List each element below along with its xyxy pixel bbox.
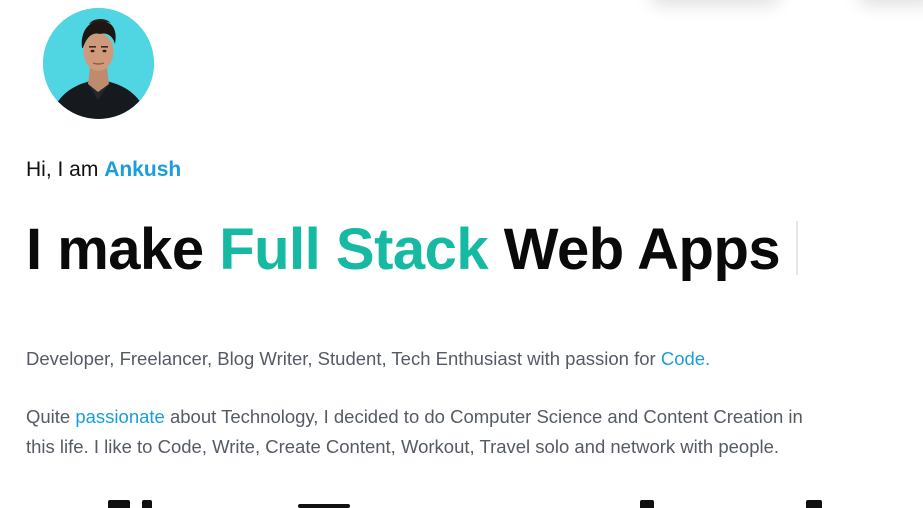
profile-photo-icon [43, 8, 154, 119]
glyph-fragment [142, 500, 152, 508]
greeting: Hi, I am Ankush [26, 158, 181, 182]
typing-caret [796, 221, 799, 275]
about-passionate-link[interactable]: passionate [75, 406, 164, 427]
about-line-1: Quite passionate about Technology, I dec… [26, 402, 921, 432]
headline-accent: Full Stack [219, 217, 489, 282]
headline-suffix: Web Apps [488, 217, 781, 282]
greeting-prefix: Hi, I am [26, 158, 105, 181]
greeting-name: Ankush [104, 158, 182, 181]
portfolio-page: Hi, I am Ankush I make Full Stack Web Ap… [0, 0, 923, 508]
about-text: Quite passionate about Technology, I dec… [26, 402, 921, 462]
headline: I make Full Stack Web Apps [26, 216, 799, 283]
avatar [43, 8, 154, 119]
next-section-heading-clip [0, 494, 923, 508]
glyph-fragment [806, 500, 822, 508]
intro-code-link[interactable]: Code. [661, 348, 710, 369]
about-rest: about Technology, I decided to do Comput… [164, 406, 803, 427]
glyph-fragment [108, 500, 130, 508]
intro-roles: Developer, Freelancer, Blog Writer, Stud… [26, 348, 661, 369]
intro-text: Developer, Freelancer, Blog Writer, Stud… [26, 348, 710, 370]
about-line-2: this life. I like to Code, Write, Create… [26, 436, 780, 457]
glyph-fragment [640, 500, 654, 508]
about-prefix: Quite [26, 406, 76, 427]
glyph-fragment [298, 504, 350, 508]
headline-prefix: I make [26, 217, 220, 282]
